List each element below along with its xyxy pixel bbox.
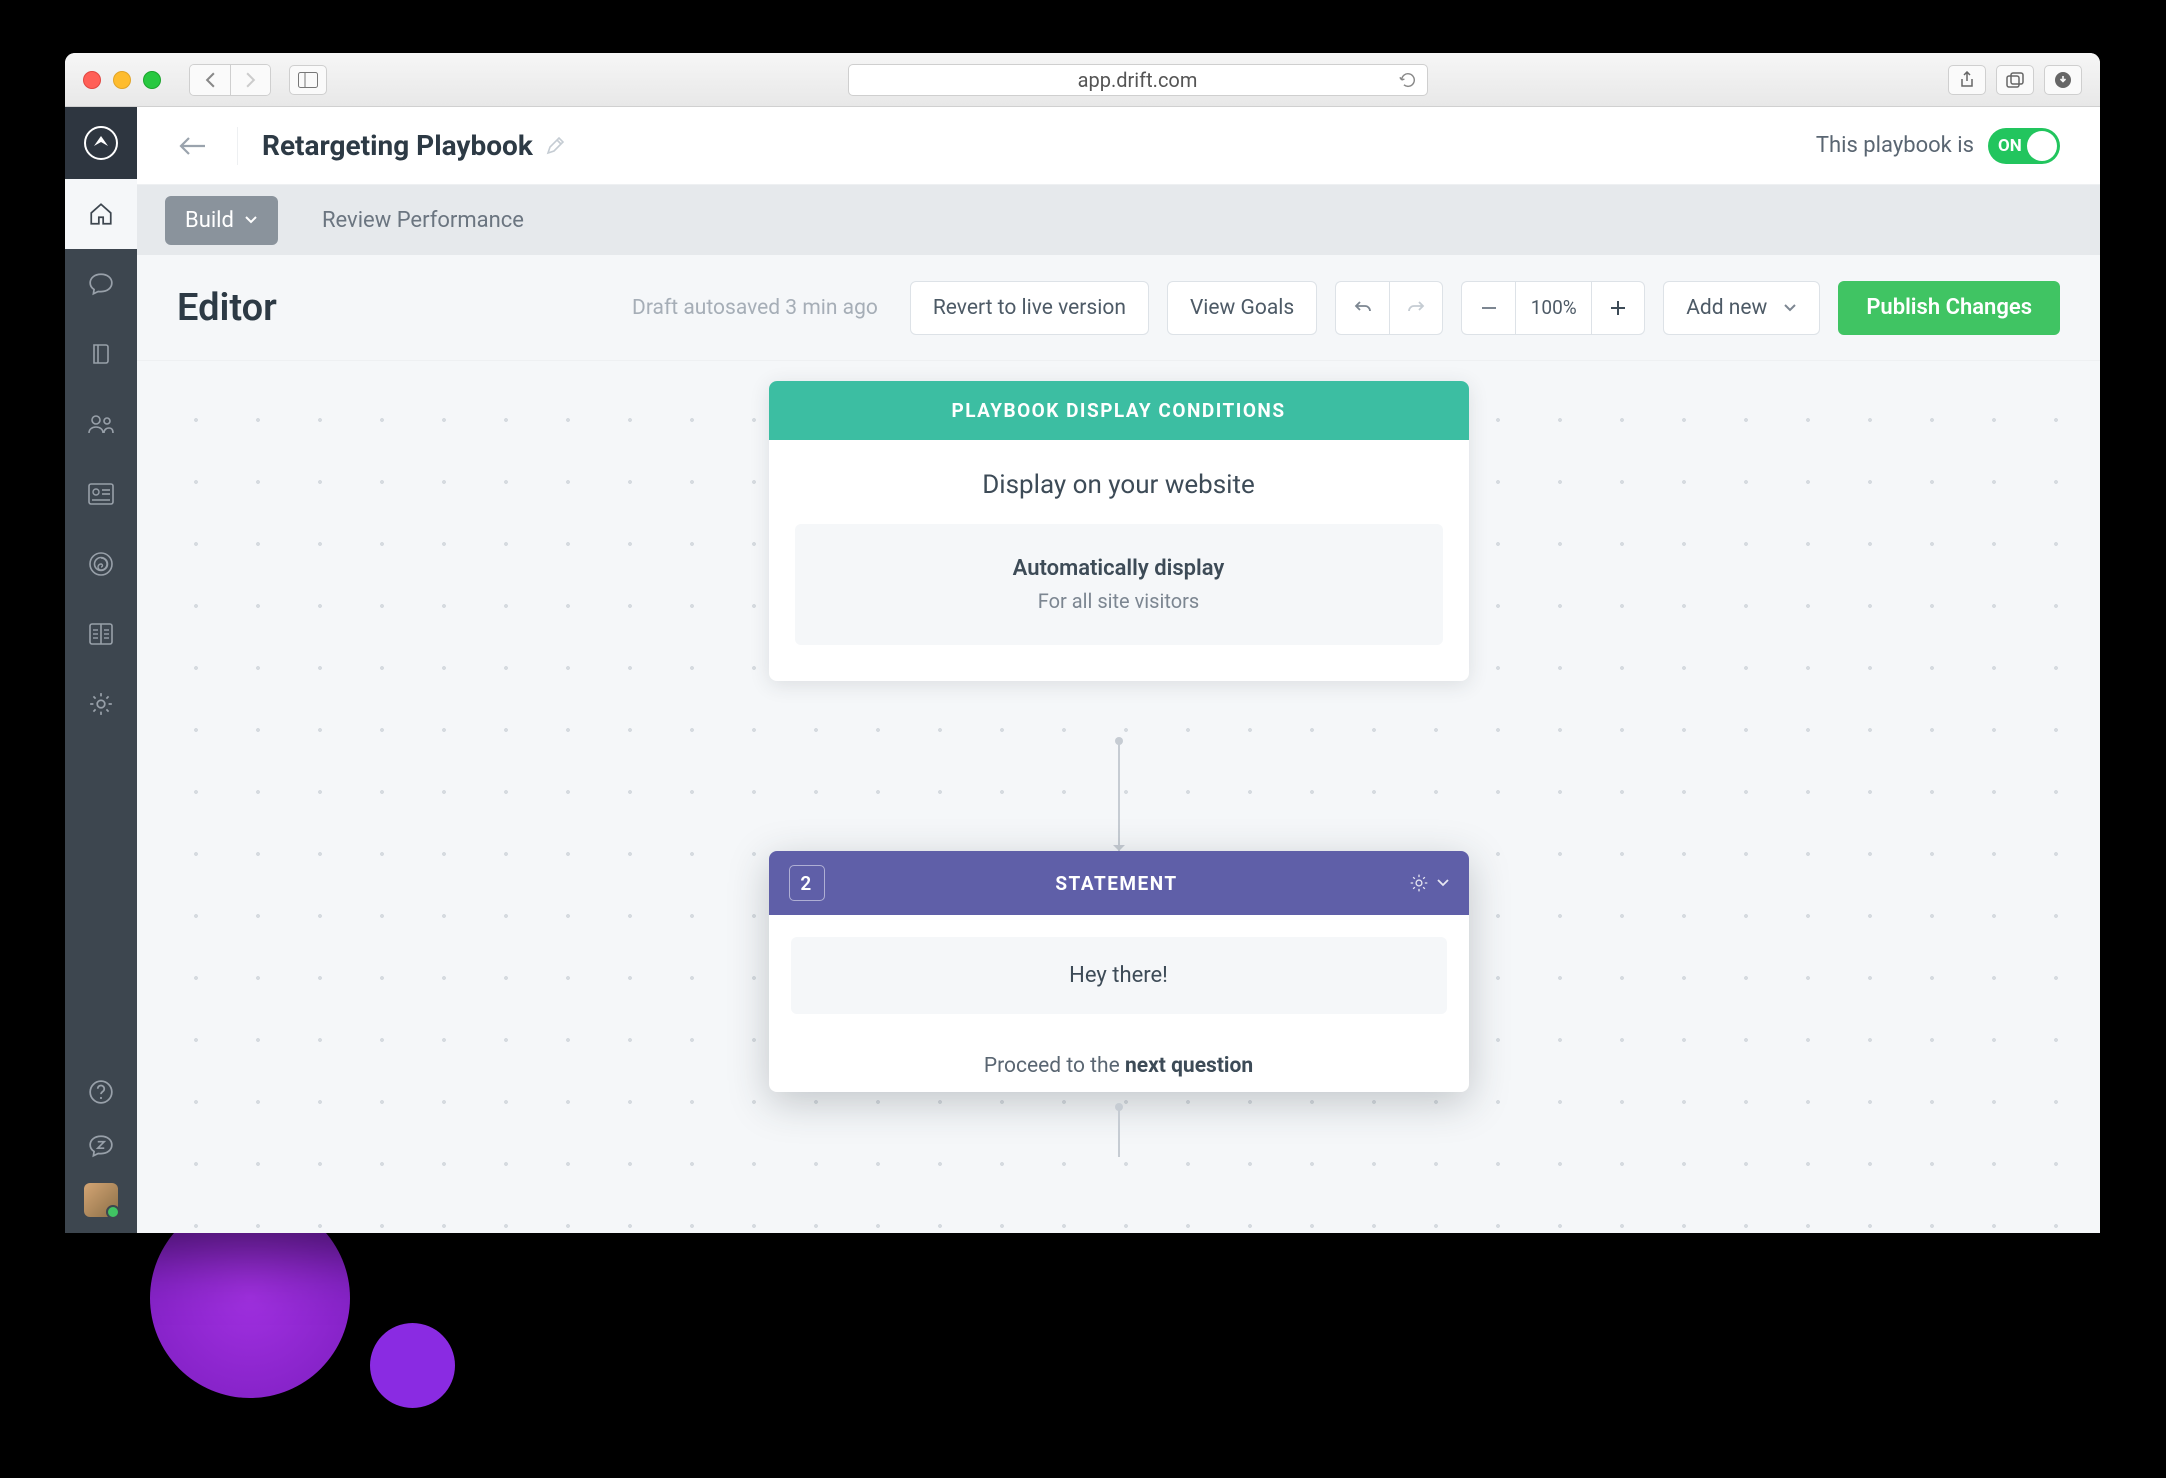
refresh-icon[interactable] [1399,71,1417,89]
gear-icon [1409,873,1429,893]
sidebar-bottom [65,1065,137,1233]
sidebar-item-campaigns[interactable] [65,529,137,599]
status-label: This playbook is [1816,133,1974,158]
header-bar: Retargeting Playbook This playbook is ON [137,107,2100,185]
view-goals-button[interactable]: View Goals [1167,281,1317,335]
sidebar-item-reports[interactable] [65,599,137,669]
main-area: Retargeting Playbook This playbook is ON… [137,107,2100,1233]
statement-header-label: STATEMENT [825,872,1409,895]
connector-line [1118,1107,1120,1157]
proceed-action[interactable]: Proceed to the next question [769,1036,1469,1092]
undo-redo-group [1335,281,1443,335]
url-bar[interactable]: app.drift.com [848,64,1428,96]
tabs-button[interactable] [1996,65,2034,95]
url-text: app.drift.com [1078,68,1198,92]
user-avatar[interactable] [84,1183,118,1217]
statement-header: 2 STATEMENT [769,851,1469,915]
window-controls [83,71,161,89]
toggle-knob [2027,131,2057,161]
zoom-level[interactable]: 100% [1515,281,1591,335]
conditions-header: PLAYBOOK DISPLAY CONDITIONS [769,381,1469,440]
edit-title-button[interactable] [545,136,565,156]
editor-toolbar: Editor Draft autosaved 3 min ago Revert … [137,255,2100,361]
back-button[interactable] [190,65,230,95]
page-title: Retargeting Playbook [262,129,533,162]
add-new-button[interactable]: Add new [1663,281,1820,335]
undo-button[interactable] [1335,281,1389,335]
step-number: 2 [789,865,825,901]
decorative-circle [370,1323,455,1408]
redo-button[interactable] [1389,281,1443,335]
minimize-window-button[interactable] [113,71,131,89]
close-window-button[interactable] [83,71,101,89]
chrome-right-controls [1948,65,2082,95]
sidebar-toggle-button[interactable] [289,65,327,95]
playbook-status: This playbook is ON [1816,128,2060,164]
zoom-out-button[interactable] [1461,281,1515,335]
statement-node[interactable]: 2 STATEMENT Hey there! Proceed to the ne… [769,851,1469,1092]
chevron-down-icon [244,215,258,225]
sidebar-item-contacts[interactable] [65,389,137,459]
publish-button[interactable]: Publish Changes [1838,281,2060,335]
browser-window: app.drift.com [65,53,2100,1233]
share-button[interactable] [1948,65,1986,95]
zoom-group: 100% [1461,281,1645,335]
autosave-status: Draft autosaved 3 min ago [632,296,878,320]
conditions-node[interactable]: PLAYBOOK DISPLAY CONDITIONS Display on y… [769,381,1469,681]
tab-review-performance[interactable]: Review Performance [302,196,544,245]
sidebar-item-snooze[interactable] [65,1119,137,1173]
back-arrow-button[interactable] [177,135,207,157]
app-container: Retargeting Playbook This playbook is ON… [65,107,2100,1233]
sidebar-item-settings[interactable] [65,669,137,739]
revert-button[interactable]: Revert to live version [910,281,1149,335]
connector-line [1118,741,1120,851]
nav-back-forward [189,64,271,96]
sidebar-item-playbooks[interactable] [65,319,137,389]
forward-button[interactable] [230,65,270,95]
maximize-window-button[interactable] [143,71,161,89]
divider [237,127,238,165]
tabs-bar: Build Review Performance [137,185,2100,255]
browser-chrome: app.drift.com [65,53,2100,107]
statement-settings-button[interactable] [1409,873,1449,893]
statement-message[interactable]: Hey there! [791,937,1447,1014]
conditions-body: Display on your website Automatically di… [769,440,1469,681]
app-logo[interactable] [65,107,137,179]
tab-build[interactable]: Build [165,196,278,245]
conditions-rule[interactable]: Automatically display For all site visit… [795,524,1443,645]
toggle-state-label: ON [1998,136,2022,156]
rule-subtitle: For all site visitors [815,589,1423,613]
conditions-subtitle: Display on your website [795,470,1443,500]
sidebar-item-conversations[interactable] [65,249,137,319]
zoom-in-button[interactable] [1591,281,1645,335]
playbook-toggle[interactable]: ON [1988,128,2060,164]
statement-body: Hey there! [769,915,1469,1036]
sidebar-item-help[interactable] [65,1065,137,1119]
sidebar-item-home[interactable] [65,179,137,249]
flow-canvas[interactable]: PLAYBOOK DISPLAY CONDITIONS Display on y… [137,361,2100,1233]
tab-review-label: Review Performance [322,208,524,233]
downloads-button[interactable] [2044,65,2082,95]
rule-title: Automatically display [815,556,1423,581]
chevron-down-icon [1783,303,1797,313]
sidebar-item-accounts[interactable] [65,459,137,529]
chevron-down-icon [1437,879,1449,887]
sidebar [65,107,137,1233]
tab-build-label: Build [185,208,234,233]
editor-title: Editor [177,286,277,330]
